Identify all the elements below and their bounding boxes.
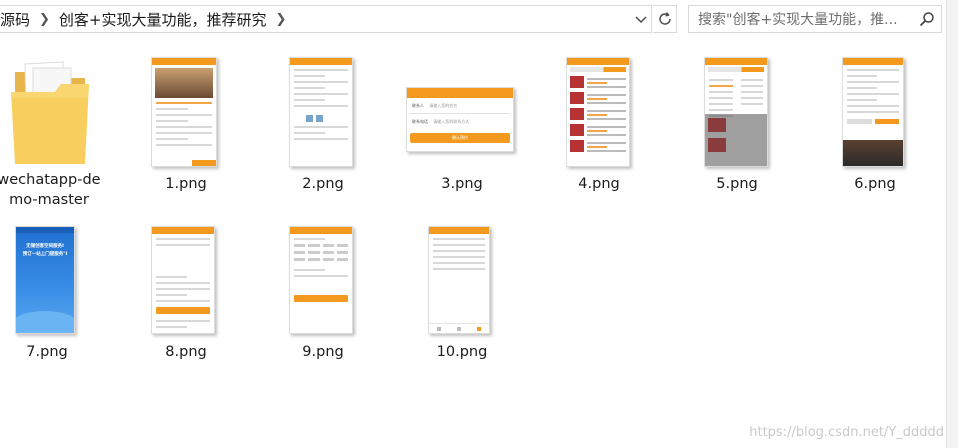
window-edge bbox=[946, 0, 958, 448]
file-item[interactable]: 7.png bbox=[0, 342, 107, 362]
folder-icon bbox=[11, 61, 89, 164]
thumbnail-6[interactable] bbox=[842, 57, 904, 167]
confirm-button: 确认预约 bbox=[410, 133, 510, 143]
thumbnail-2[interactable] bbox=[289, 57, 353, 167]
phone-label: 联系电话 bbox=[412, 119, 428, 124]
file-item[interactable]: 10.png bbox=[402, 342, 522, 362]
splash-line-1: 无锡创客空间服务I bbox=[26, 244, 64, 249]
file-name: 7.png bbox=[26, 344, 68, 360]
file-name: 8.png bbox=[165, 344, 207, 360]
thumbnail-3[interactable]: 联系人 请输入您的姓名 联系电话 请输入您的联系方式 确认预约 bbox=[406, 87, 514, 152]
file-item[interactable]: 9.png bbox=[263, 342, 383, 362]
file-name: 4.png bbox=[578, 176, 620, 192]
thumbnail-10[interactable] bbox=[428, 226, 490, 334]
file-name: 3.png bbox=[441, 176, 483, 192]
refresh-icon bbox=[658, 12, 671, 25]
search-placeholder: 搜索"创客+实现大量功能，推... bbox=[698, 12, 898, 28]
file-item[interactable]: 4.png bbox=[539, 174, 659, 194]
file-name: wechatapp-de bbox=[0, 172, 101, 188]
contact-placeholder: 请输入您的姓名 bbox=[429, 103, 458, 108]
thumbnail-4[interactable] bbox=[566, 57, 630, 167]
folder-item[interactable]: wechatapp-de mo-master bbox=[0, 58, 109, 210]
chevron-down-icon[interactable] bbox=[635, 12, 647, 26]
watermark: https://blog.csdn.net/Y_ddddd bbox=[749, 425, 944, 440]
thumbnail-9[interactable] bbox=[289, 226, 353, 334]
search-icon[interactable] bbox=[919, 11, 935, 27]
thumbnail-8[interactable] bbox=[151, 226, 215, 334]
file-item[interactable]: 8.png bbox=[126, 342, 246, 362]
file-name: 2.png bbox=[302, 176, 344, 192]
file-item[interactable]: 3.png bbox=[402, 174, 522, 194]
search-input[interactable]: 搜索"创客+实现大量功能，推... bbox=[688, 5, 942, 33]
chevron-right-icon[interactable]: ❯ bbox=[34, 12, 55, 27]
thumbnail-7[interactable]: 无锡创客空间服务I 预订一站上门提服务"I bbox=[15, 226, 75, 334]
splash-line-2: 预订一站上门提服务"I bbox=[22, 252, 68, 257]
thumbnail-1[interactable] bbox=[151, 57, 217, 167]
file-name: 6.png bbox=[854, 176, 896, 192]
file-item[interactable]: 2.png bbox=[263, 174, 383, 194]
breadcrumb-current[interactable]: 创客+实现大量功能，推荐研究 bbox=[55, 9, 271, 30]
refresh-button[interactable] bbox=[653, 5, 677, 33]
file-item[interactable]: 1.png bbox=[126, 174, 246, 194]
file-item[interactable]: 6.png bbox=[815, 174, 935, 194]
phone-placeholder: 请输入您的联系方式 bbox=[433, 119, 470, 124]
file-name: mo-master bbox=[9, 192, 89, 208]
thumbnail-5[interactable] bbox=[704, 57, 768, 167]
breadcrumb-parent[interactable]: 源码 bbox=[0, 9, 34, 30]
contact-label: 联系人 bbox=[412, 103, 424, 108]
address-bar[interactable]: 源码 ❯ 创客+实现大量功能，推荐研究 ❯ bbox=[0, 5, 652, 33]
file-name: 9.png bbox=[302, 344, 344, 360]
file-name: 10.png bbox=[436, 344, 488, 360]
chevron-right-icon[interactable]: ❯ bbox=[271, 12, 292, 27]
file-name: 1.png bbox=[165, 176, 207, 192]
file-name: 5.png bbox=[716, 176, 758, 192]
address-bar-row: 源码 ❯ 创客+实现大量功能，推荐研究 ❯ 搜索"创客+实现大量功能，推... bbox=[0, 0, 958, 40]
file-item[interactable]: 5.png bbox=[677, 174, 797, 194]
